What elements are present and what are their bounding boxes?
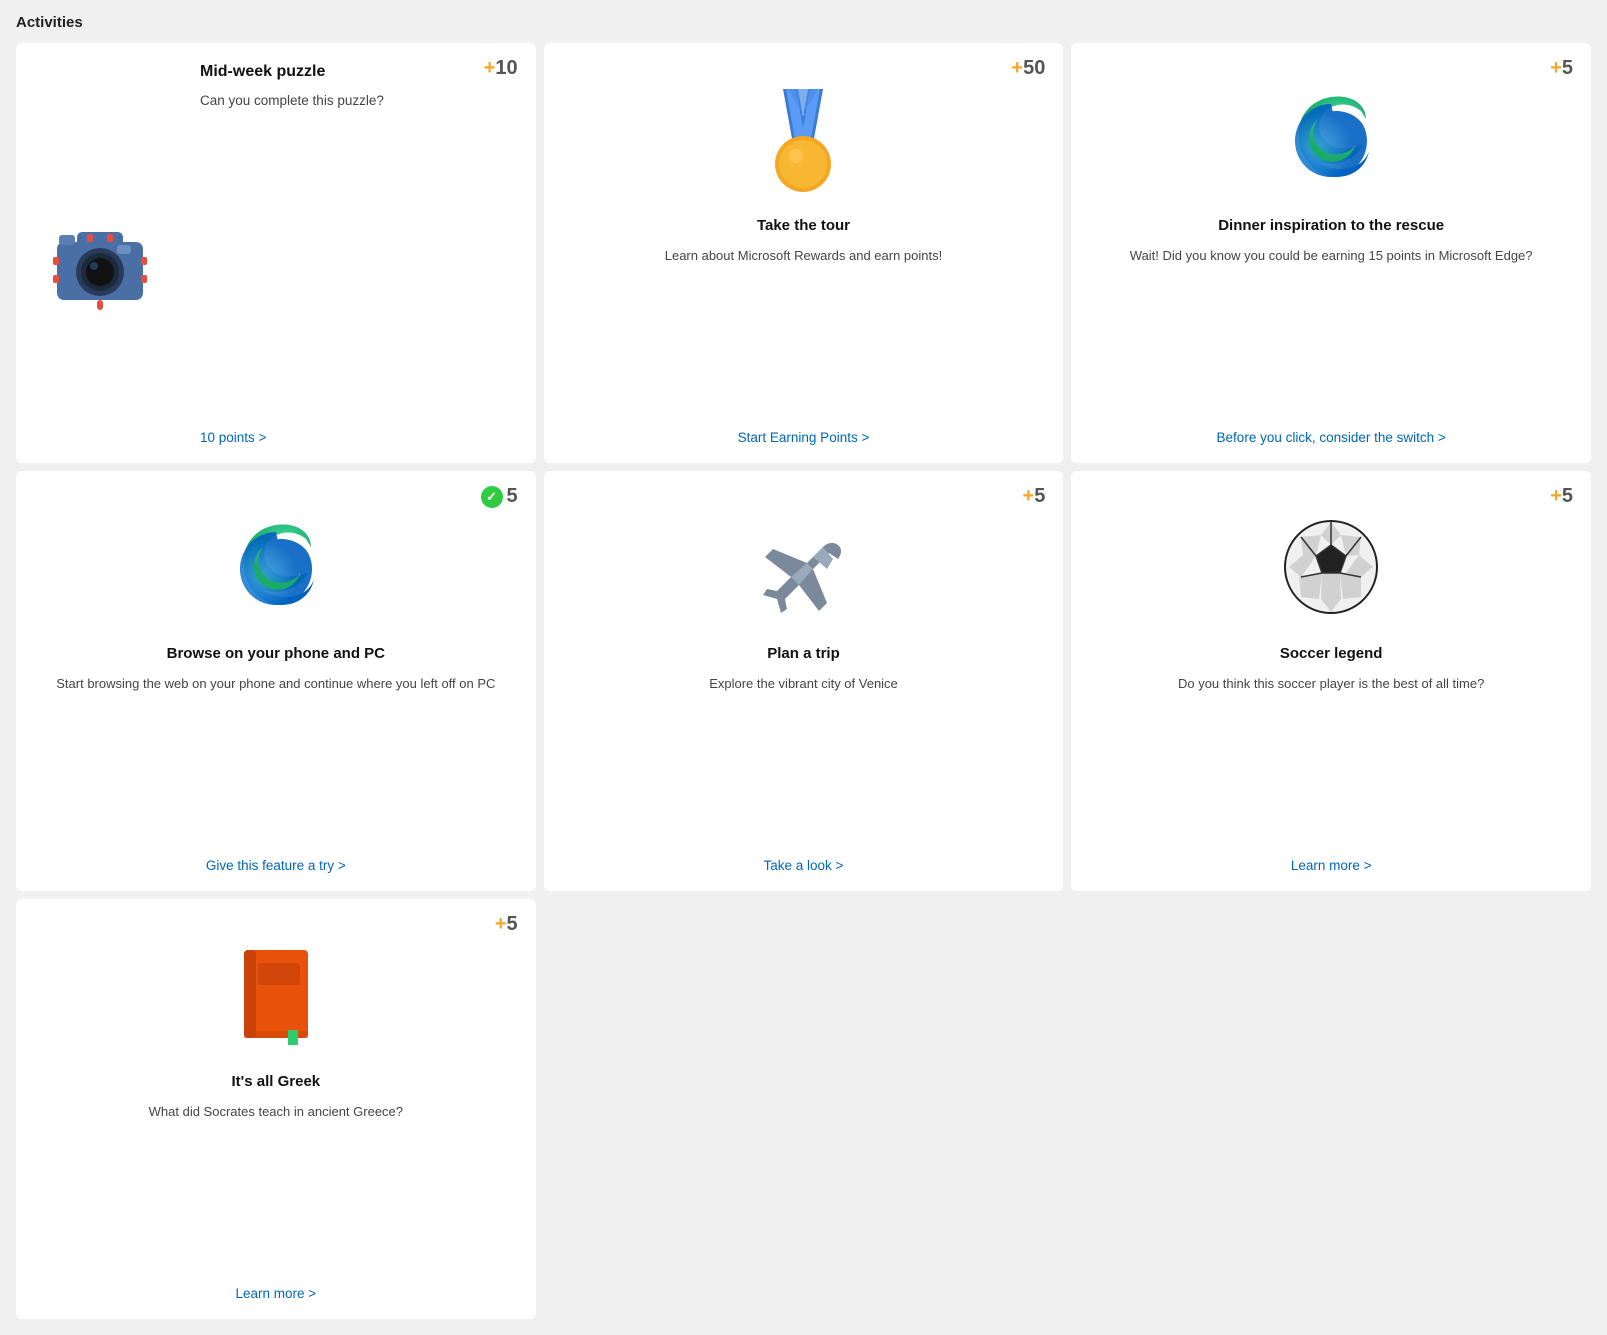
book-icon bbox=[236, 945, 316, 1045]
edge-icon-container bbox=[1271, 79, 1391, 199]
trip-title: Plan a trip bbox=[767, 645, 840, 662]
airplane-icon bbox=[753, 517, 853, 617]
trip-desc: Explore the vibrant city of Venice bbox=[709, 674, 898, 838]
camera-icon-container bbox=[40, 202, 160, 322]
soccer-icon-container bbox=[1271, 507, 1391, 627]
midweek-link[interactable]: 10 points > bbox=[200, 430, 512, 445]
soccer-desc: Do you think this soccer player is the b… bbox=[1178, 674, 1484, 838]
tour-link[interactable]: Start Earning Points > bbox=[738, 430, 870, 445]
trip-points-badge: +5 bbox=[1023, 485, 1046, 508]
greek-points-badge: +5 bbox=[495, 913, 518, 936]
edge-small-icon bbox=[226, 517, 326, 617]
book-icon-container bbox=[216, 935, 336, 1055]
dinner-desc: Wait! Did you know you could be earning … bbox=[1130, 246, 1533, 410]
page-title: Activities bbox=[16, 10, 1591, 31]
edge-logo-icon bbox=[1281, 89, 1381, 189]
activities-grid: +10 Mid-week puzzle Can you complete thi… bbox=[16, 43, 1591, 1319]
camera-icon bbox=[45, 207, 155, 317]
medal-icon-container bbox=[743, 79, 863, 199]
midweek-points-badge: +10 bbox=[484, 57, 518, 80]
dinner-link[interactable]: Before you click, consider the switch > bbox=[1217, 430, 1446, 445]
soccer-points-badge: +5 bbox=[1550, 485, 1573, 508]
tour-title: Take the tour bbox=[757, 217, 850, 234]
card-midweek-body: +10 Mid-week puzzle Can you complete thi… bbox=[200, 63, 512, 445]
medal-icon bbox=[758, 84, 848, 194]
dinner-points-badge: +5 bbox=[1550, 57, 1573, 80]
tour-points-badge: +50 bbox=[1011, 57, 1045, 80]
edge-small-icon-container bbox=[216, 507, 336, 627]
browse-link[interactable]: Give this feature a try > bbox=[206, 858, 346, 873]
card-browse: ✓5 Browse on your p bbox=[16, 471, 536, 891]
midweek-desc: Can you complete this puzzle? bbox=[200, 91, 512, 410]
card-midweek-puzzle: +10 Mid-week puzzle Can you complete thi… bbox=[16, 43, 536, 463]
greek-desc: What did Socrates teach in ancient Greec… bbox=[149, 1102, 403, 1266]
card-plan-trip: +5 Plan a trip Explore the vibrant city … bbox=[544, 471, 1064, 891]
soccer-ball-icon bbox=[1281, 517, 1381, 617]
greek-title: It's all Greek bbox=[232, 1073, 321, 1090]
browse-points-badge: ✓5 bbox=[481, 485, 518, 508]
card-soccer: +5 bbox=[1071, 471, 1591, 891]
greek-link[interactable]: Learn more > bbox=[235, 1286, 316, 1301]
midweek-title: Mid-week puzzle bbox=[200, 63, 512, 81]
plane-icon-container bbox=[743, 507, 863, 627]
card-dinner: +5 bbox=[1071, 43, 1591, 463]
browse-desc: Start browsing the web on your phone and… bbox=[56, 674, 495, 838]
soccer-title: Soccer legend bbox=[1280, 645, 1383, 662]
browse-title: Browse on your phone and PC bbox=[167, 645, 385, 662]
check-icon: ✓ bbox=[481, 486, 503, 508]
dinner-title: Dinner inspiration to the rescue bbox=[1218, 217, 1444, 234]
tour-desc: Learn about Microsoft Rewards and earn p… bbox=[665, 246, 943, 410]
trip-link[interactable]: Take a look > bbox=[764, 858, 844, 873]
card-take-tour: +50 Take the tour Lea bbox=[544, 43, 1064, 463]
soccer-link[interactable]: Learn more > bbox=[1291, 858, 1372, 873]
card-greek: +5 It's all Greek What did Socrates teac… bbox=[16, 899, 536, 1319]
